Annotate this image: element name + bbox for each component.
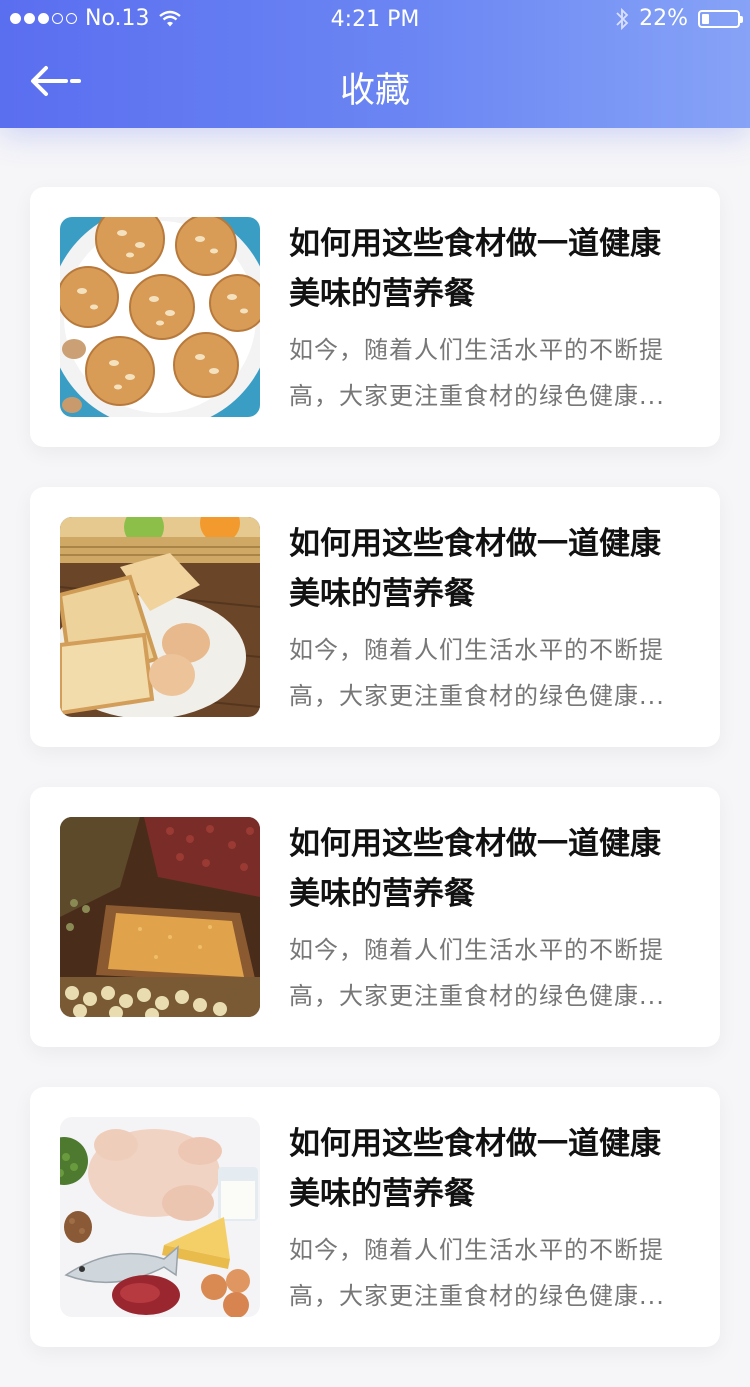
card-desc-line: 如今，随着人们生活水平的不断提	[289, 1236, 664, 1264]
status-right: 22%	[615, 6, 743, 31]
favorite-card[interactable]: 如何用这些食材做一道健康美味的营养餐 如今，随着人们生活水平的不断提 高，大家更…	[30, 187, 720, 447]
card-desc-line: 高，大家更注重食材的绿色健康...	[289, 1282, 665, 1310]
card-desc-line: 高，大家更注重食材的绿色健康...	[289, 982, 665, 1010]
card-description: 如今，随着人们生活水平的不断提 高，大家更注重食材的绿色健康...	[289, 927, 689, 1019]
card-desc-line: 高，大家更注重食材的绿色健康...	[289, 382, 665, 410]
bluetooth-icon	[616, 7, 629, 30]
favorite-card[interactable]: 如何用这些食材做一道健康美味的营养餐 如今，随着人们生活水平的不断提 高，大家更…	[30, 787, 720, 1047]
card-title: 如何用这些食材做一道健康美味的营养餐	[289, 826, 661, 912]
card-description: 如今，随着人们生活水平的不断提 高，大家更注重食材的绿色健康...	[289, 1227, 689, 1319]
card-description: 如今，随着人们生活水平的不断提 高，大家更注重食材的绿色健康...	[289, 627, 689, 719]
card-desc-line: 如今，随着人们生活水平的不断提	[289, 336, 664, 364]
card-title: 如何用这些食材做一道健康美味的营养餐	[289, 526, 661, 612]
grains-beans-photo	[60, 817, 260, 1017]
card-desc-line: 如今，随着人们生活水平的不断提	[289, 936, 664, 964]
chicken-fish-meat-photo	[60, 1117, 260, 1317]
bread-eggs-photo	[60, 517, 260, 717]
battery-fill	[702, 13, 710, 24]
card-title: 如何用这些食材做一道健康美味的营养餐	[289, 226, 661, 312]
card-desc-line: 如今，随着人们生活水平的不断提	[289, 636, 664, 664]
battery-icon	[698, 9, 743, 28]
favorite-card[interactable]: 如何用这些食材做一道健康美味的营养餐 如今，随着人们生活水平的不断提 高，大家更…	[30, 487, 720, 747]
page-title: 收藏	[339, 71, 410, 111]
card-desc-line: 高，大家更注重食材的绿色健康...	[289, 682, 665, 710]
favorite-card[interactable]: 如何用这些食材做一道健康美味的营养餐 如今，随着人们生活水平的不断提 高，大家更…	[30, 1087, 720, 1347]
card-description: 如今，随着人们生活水平的不断提 高，大家更注重食材的绿色健康...	[289, 327, 689, 419]
favorites-list: 如何用这些食材做一道健康美味的营养餐 如今，随着人们生活水平的不断提 高，大家更…	[30, 187, 720, 1387]
status-bar: No.13 4:21 PM 22%	[0, 0, 750, 40]
card-title: 如何用这些食材做一道健康美味的营养餐	[289, 1126, 661, 1212]
oat-cookies-photo	[60, 217, 260, 417]
header: No.13 4:21 PM 22% 收藏	[0, 0, 750, 128]
battery-percent: 22%	[639, 6, 688, 31]
nav-bar: 收藏	[0, 40, 750, 128]
